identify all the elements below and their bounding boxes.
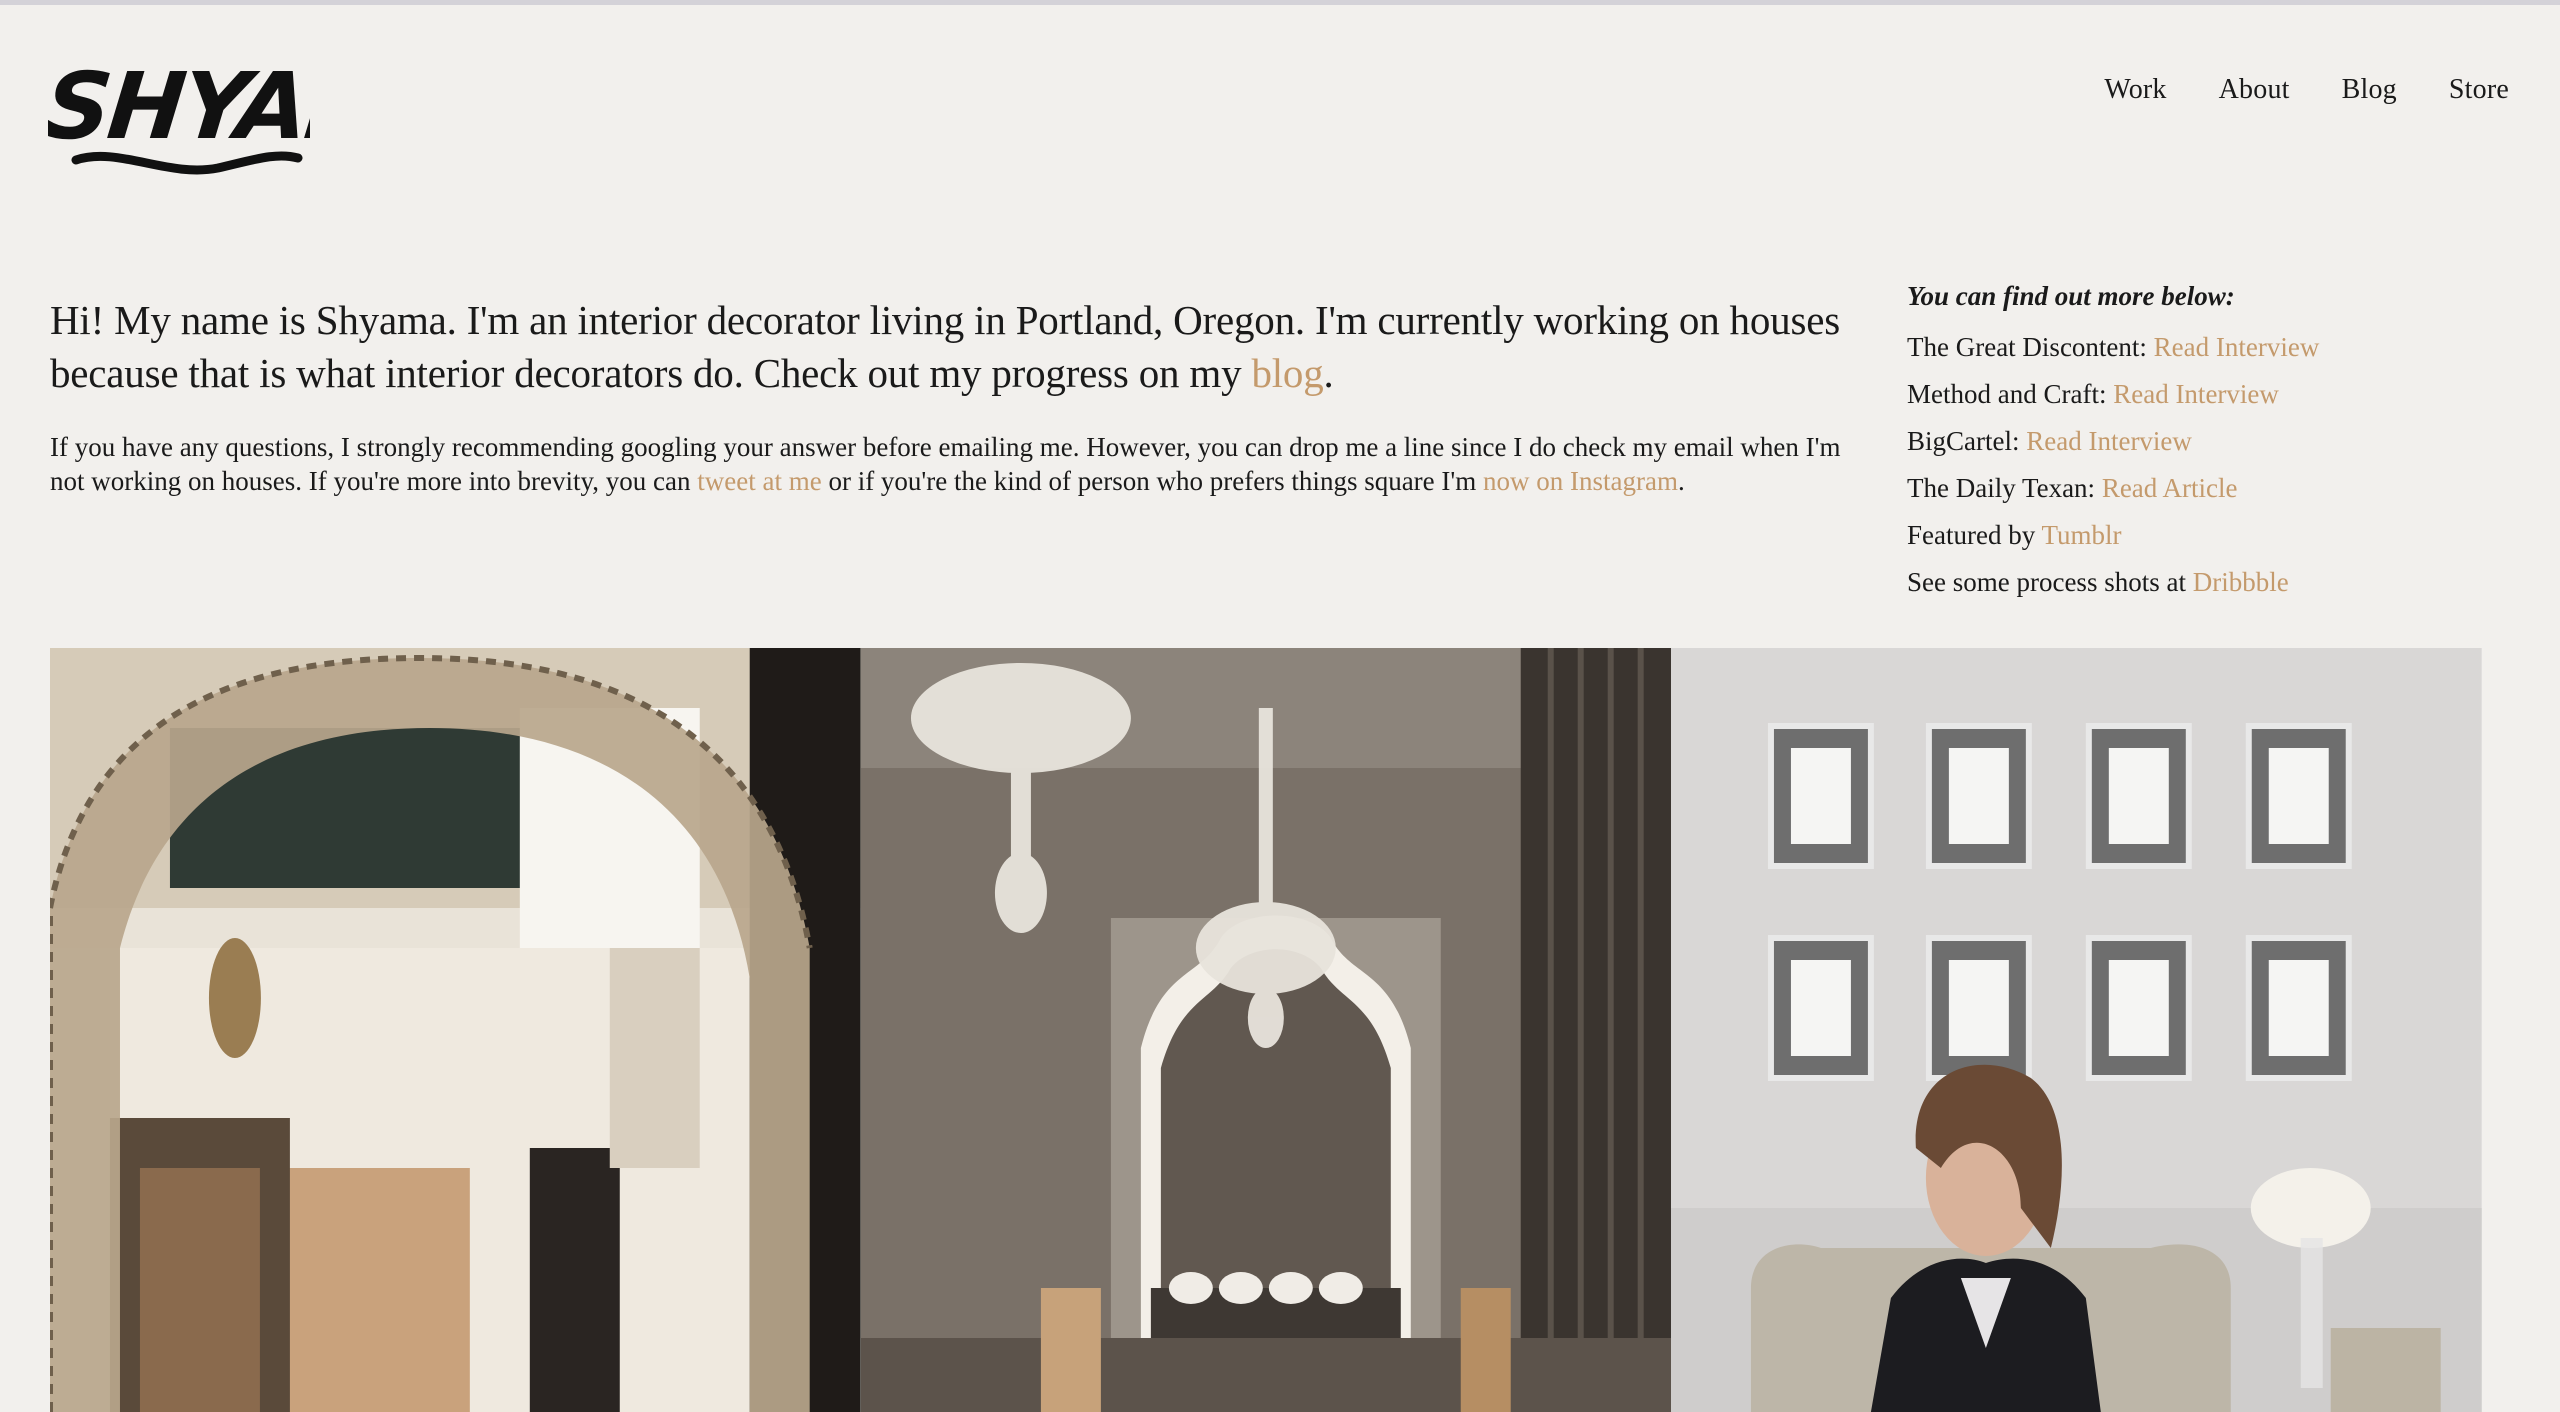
method-craft-link[interactable]: Read Interview — [2113, 379, 2279, 409]
tweet-link[interactable]: tweet at me — [697, 466, 821, 496]
intro-section: Hi! My name is Shyama. I'm an interior d… — [50, 294, 1860, 498]
sidebar-row-label: The Great Discontent: — [1907, 332, 2154, 362]
sidebar-row-tumblr: Featured by Tumblr — [1907, 512, 2467, 559]
sidebar-row-label: See some process shots at — [1907, 567, 2193, 597]
sidebar-row-great-discontent: The Great Discontent: Read Interview — [1907, 324, 2467, 371]
intro-lead: Hi! My name is Shyama. I'm an interior d… — [50, 294, 1860, 400]
site-logo[interactable]: SHYAMA — [40, 42, 468, 182]
intro-body-end: . — [1678, 466, 1685, 496]
intro-body: If you have any questions, I strongly re… — [50, 430, 1860, 498]
bigcartel-link[interactable]: Read Interview — [2026, 426, 2192, 456]
portrait-frames-illustration — [1671, 648, 2482, 1412]
instagram-link[interactable]: now on Instagram — [1483, 466, 1678, 496]
sidebar-row-label: The Daily Texan: — [1907, 473, 2102, 503]
image-gallery — [50, 648, 2482, 1412]
main-nav: Work About Blog Store — [2104, 74, 2509, 106]
shyama-logo-wordmark: SHYAMA — [40, 52, 468, 175]
sidebar-row-daily-texan: The Daily Texan: Read Article — [1907, 465, 2467, 512]
sidebar-row-bigcartel: BigCartel: Read Interview — [1907, 418, 2467, 465]
nav-about[interactable]: About — [2219, 74, 2290, 106]
daily-texan-link[interactable]: Read Article — [2102, 473, 2238, 503]
intro-body-part2: or if you're the kind of person who pref… — [821, 466, 1484, 496]
sidebar-row-label: Featured by — [1907, 520, 2042, 550]
tumblr-link[interactable]: Tumblr — [2041, 520, 2121, 550]
sidebar-row-method-craft: Method and Craft: Read Interview — [1907, 371, 2467, 418]
blog-link[interactable]: blog — [1251, 350, 1323, 396]
top-border — [0, 0, 2560, 5]
nav-work[interactable]: Work — [2104, 74, 2166, 106]
svg-text:SHYAMA: SHYAMA — [48, 52, 310, 160]
press-sidebar: You can find out more below: The Great D… — [1907, 276, 2467, 606]
intro-lead-text: Hi! My name is Shyama. I'm an interior d… — [50, 297, 1840, 396]
sidebar-row-dribbble: See some process shots at Dribbble — [1907, 559, 2467, 606]
nav-store[interactable]: Store — [2449, 74, 2509, 106]
intro-lead-end: . — [1323, 350, 1334, 396]
chandelier-alcove-photo[interactable] — [860, 648, 1672, 1412]
nav-blog[interactable]: Blog — [2342, 74, 2397, 106]
portrait-with-frames-photo[interactable] — [1671, 648, 2482, 1412]
chandelier-alcove-illustration — [860, 648, 1672, 1412]
sidebar-row-label: Method and Craft: — [1907, 379, 2114, 409]
moroccan-arch-illustration — [50, 648, 861, 1412]
dribbble-link[interactable]: Dribbble — [2193, 567, 2289, 597]
sidebar-row-label: BigCartel: — [1907, 426, 2027, 456]
moroccan-arch-interior-photo[interactable] — [50, 648, 861, 1412]
great-discontent-link[interactable]: Read Interview — [2154, 332, 2320, 362]
sidebar-title: You can find out more below: — [1907, 281, 2235, 311]
